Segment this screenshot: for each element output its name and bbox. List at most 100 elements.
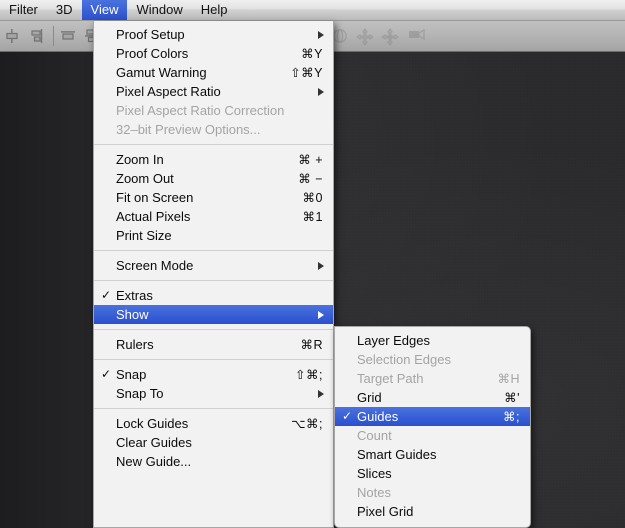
view-menu-item-label: Rulers bbox=[116, 337, 154, 352]
submenu-arrow-icon bbox=[318, 261, 324, 270]
view-menu-item-shortcut: ⇧⌘; bbox=[295, 368, 323, 382]
view-menu-item-label: Zoom In bbox=[116, 152, 164, 167]
view-menu-item-label: Gamut Warning bbox=[116, 65, 207, 80]
view-menu-item-label: Clear Guides bbox=[116, 435, 192, 450]
view-menu-item-lock-guides[interactable]: Lock Guides ⌥⌘; bbox=[94, 414, 333, 433]
menubar-item-3d[interactable]: 3D bbox=[47, 0, 82, 20]
show-submenu-item-notes: Notes bbox=[335, 483, 530, 502]
align-right-edges-icon[interactable] bbox=[28, 28, 44, 49]
show-submenu-item-shortcut: ⌘H bbox=[497, 372, 520, 386]
view-menu-item-label: Proof Setup bbox=[116, 27, 185, 42]
view-menu-item-actual-pixels[interactable]: Actual Pixels ⌘1 bbox=[94, 207, 333, 226]
menubar-item-help[interactable]: Help bbox=[192, 0, 237, 20]
view-menu-separator bbox=[94, 329, 333, 330]
view-menu-item-snap[interactable]: ✓ Snap ⇧⌘; bbox=[94, 365, 333, 384]
view-menu-item-new-guide[interactable]: New Guide... bbox=[94, 452, 333, 471]
show-submenu-item-grid[interactable]: Grid ⌘' bbox=[335, 388, 530, 407]
toolbar-separator-1 bbox=[53, 26, 54, 46]
submenu-arrow-icon bbox=[318, 310, 324, 319]
show-submenu-item-label: Grid bbox=[357, 390, 382, 405]
view-menu-separator bbox=[94, 250, 333, 251]
view-menu-item-zoom-out[interactable]: Zoom Out ⌘ − bbox=[94, 169, 333, 188]
view-menu-item-label: New Guide... bbox=[116, 454, 192, 469]
view-menu-item-32-bit-preview-options: 32–bit Preview Options... bbox=[94, 120, 333, 139]
view-menu-item-show[interactable]: Show bbox=[94, 305, 333, 324]
view-menu-item-gamut-warning[interactable]: Gamut Warning ⇧⌘Y bbox=[94, 63, 333, 82]
view-menu-item-label: Screen Mode bbox=[116, 258, 194, 273]
view-menu-item-shortcut: ⌘ − bbox=[298, 172, 323, 186]
show-submenu-item-label: Smart Guides bbox=[357, 447, 437, 462]
view-menu-item-proof-colors[interactable]: Proof Colors ⌘Y bbox=[94, 44, 333, 63]
view-menu-item-label: Fit on Screen bbox=[116, 190, 194, 205]
view-menu-item-label: Zoom Out bbox=[116, 171, 174, 186]
view-menu-item-shortcut: ⌘0 bbox=[302, 191, 323, 205]
show-submenu: Layer Edges Selection Edges Target Path ⌘H G… bbox=[334, 326, 531, 528]
checkmark-icon: ✓ bbox=[341, 409, 353, 423]
show-submenu-item-label: Selection Edges bbox=[357, 352, 451, 367]
view-menu-item-shortcut: ⌘R bbox=[300, 338, 323, 352]
show-submenu-item-target-path: Target Path ⌘H bbox=[335, 369, 530, 388]
view-menu-item-shortcut: ⌘ + bbox=[298, 153, 323, 167]
show-submenu-item-pixel-grid[interactable]: Pixel Grid bbox=[335, 502, 530, 521]
view-menu-item-label: Pixel Aspect Ratio Correction bbox=[116, 103, 285, 118]
view-menu-item-label: Print Size bbox=[116, 228, 172, 243]
view-menu-separator bbox=[94, 408, 333, 409]
submenu-arrow-icon bbox=[318, 87, 324, 96]
show-submenu-item-count: Count bbox=[335, 426, 530, 445]
view-menu-item-label: Actual Pixels bbox=[116, 209, 191, 224]
submenu-arrow-icon bbox=[318, 30, 324, 39]
view-dropdown-menu: Proof Setup Proof Colors ⌘Y Gamut Warning ⇧⌘… bbox=[93, 21, 334, 528]
menubar-item-view[interactable]: View bbox=[81, 0, 128, 20]
view-menu-item-label: Pixel Aspect Ratio bbox=[116, 84, 221, 99]
show-submenu-item-label: Count bbox=[357, 428, 392, 443]
camera-3d-icon[interactable] bbox=[408, 28, 430, 47]
view-menu-item-shortcut: ⌘1 bbox=[302, 210, 323, 224]
menu-bar: Filter 3D View Window Help bbox=[0, 0, 625, 21]
view-menu-item-fit-on-screen[interactable]: Fit on Screen ⌘0 bbox=[94, 188, 333, 207]
show-submenu-item-label: Target Path bbox=[357, 371, 424, 386]
view-menu-item-label: 32–bit Preview Options... bbox=[116, 122, 261, 137]
view-menu-item-zoom-in[interactable]: Zoom In ⌘ + bbox=[94, 150, 333, 169]
view-menu-item-label: Snap To bbox=[116, 386, 164, 401]
view-menu-separator bbox=[94, 359, 333, 360]
view-menu-item-rulers[interactable]: Rulers ⌘R bbox=[94, 335, 333, 354]
photoshop-window: Filter 3D View Window Help Proof Setup Pr… bbox=[0, 0, 625, 528]
view-menu-item-shortcut: ⌘Y bbox=[301, 47, 323, 61]
show-submenu-item-smart-guides[interactable]: Smart Guides bbox=[335, 445, 530, 464]
show-submenu-item-layer-edges[interactable]: Layer Edges bbox=[335, 331, 530, 350]
view-menu-item-extras[interactable]: ✓ Extras bbox=[94, 286, 333, 305]
view-menu-item-proof-setup[interactable]: Proof Setup bbox=[94, 25, 333, 44]
distribute-top-edges-icon[interactable] bbox=[60, 28, 76, 49]
view-menu-item-clear-guides[interactable]: Clear Guides bbox=[94, 433, 333, 452]
show-submenu-item-guides[interactable]: ✓ Guides ⌘; bbox=[335, 407, 530, 426]
show-submenu-item-shortcut: ⌘' bbox=[504, 391, 520, 405]
view-menu-item-screen-mode[interactable]: Screen Mode bbox=[94, 256, 333, 275]
pan-3d-icon[interactable] bbox=[356, 28, 374, 51]
show-submenu-item-label: Notes bbox=[357, 485, 391, 500]
view-menu-separator bbox=[94, 280, 333, 281]
show-submenu-item-label: Pixel Grid bbox=[357, 504, 414, 519]
view-menu-item-shortcut: ⇧⌘Y bbox=[290, 66, 323, 80]
view-menu-item-print-size[interactable]: Print Size bbox=[94, 226, 333, 245]
menubar-item-window[interactable]: Window bbox=[127, 0, 191, 20]
view-menu-item-snap-to[interactable]: Snap To bbox=[94, 384, 333, 403]
view-menu-item-pixel-aspect-ratio-correction: Pixel Aspect Ratio Correction bbox=[94, 101, 333, 120]
show-submenu-item-label: Slices bbox=[357, 466, 392, 481]
canvas-left-shadow bbox=[0, 52, 96, 528]
view-menu-separator bbox=[94, 144, 333, 145]
view-menu-item-label: Proof Colors bbox=[116, 46, 189, 61]
menubar-item-filter[interactable]: Filter bbox=[0, 0, 47, 20]
show-submenu-item-shortcut: ⌘; bbox=[503, 410, 520, 424]
checkmark-icon: ✓ bbox=[100, 367, 112, 381]
submenu-arrow-icon bbox=[318, 389, 324, 398]
view-menu-item-shortcut: ⌥⌘; bbox=[291, 417, 323, 431]
show-submenu-item-slices[interactable]: Slices bbox=[335, 464, 530, 483]
view-menu-item-label: Show bbox=[116, 307, 149, 322]
show-submenu-item-selection-edges: Selection Edges bbox=[335, 350, 530, 369]
slide-3d-icon[interactable] bbox=[381, 28, 399, 51]
view-menu-item-label: Lock Guides bbox=[116, 416, 189, 431]
view-menu-item-pixel-aspect-ratio[interactable]: Pixel Aspect Ratio bbox=[94, 82, 333, 101]
rotate-3d-icon[interactable] bbox=[332, 28, 348, 49]
align-vertical-centers-icon[interactable] bbox=[4, 28, 20, 49]
show-submenu-item-label: Layer Edges bbox=[357, 333, 430, 348]
